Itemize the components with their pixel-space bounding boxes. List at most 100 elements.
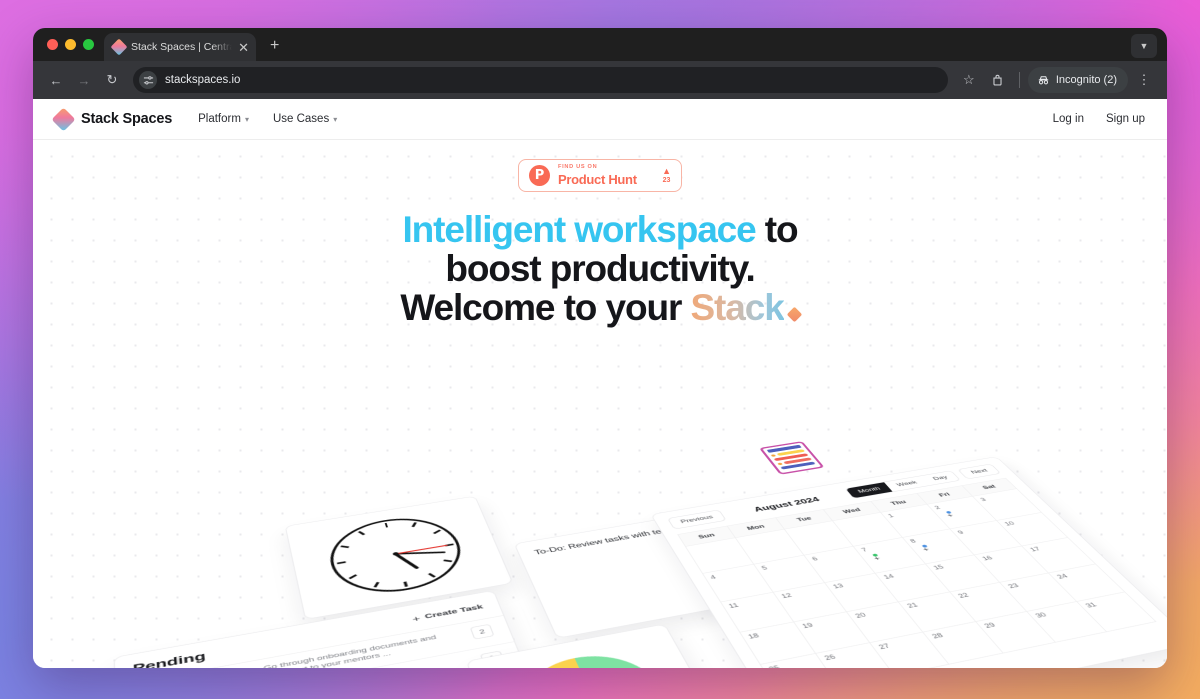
headline-line2: boost productivity.: [445, 248, 754, 289]
headline-diamond-icon: [786, 307, 802, 323]
calendar-card: Previous August 2024 Month Week Day Next…: [650, 456, 1167, 668]
calendar-day-cell[interactable]: 20: [846, 602, 922, 643]
incognito-profile-chip[interactable]: Incognito (2): [1028, 67, 1128, 93]
chevron-down-icon: ▾: [333, 115, 337, 124]
calendar-add-event-icon[interactable]: +: [873, 551, 912, 562]
diamond-gradient-icon: [51, 107, 75, 131]
clock-tick: [433, 530, 441, 534]
tab-favicon-icon: [111, 39, 128, 56]
calendar-day-cell[interactable]: 26: [815, 643, 894, 668]
auth-links: Log in Sign up: [1053, 113, 1145, 125]
back-button[interactable]: ←: [43, 67, 69, 93]
tab-strip: Stack Spaces | Central worksp ✕ + ▼: [33, 28, 1167, 61]
clock-tick: [348, 575, 356, 580]
tab-search-chevron-down-icon[interactable]: ▼: [1131, 34, 1157, 58]
clock-face: [322, 510, 472, 601]
nav-item-platform-label: Platform: [198, 113, 241, 125]
calendar-day-number: 26: [823, 646, 872, 661]
product-hunt-eyebrow: FIND US ON: [558, 165, 654, 171]
toolbar-divider: [1019, 72, 1020, 88]
dashboard-preview: Pending + Create Task Onboarding Go thro…: [33, 336, 1167, 668]
tab-day[interactable]: Day: [921, 471, 960, 485]
close-tab-icon[interactable]: ✕: [238, 41, 249, 54]
browser-toolbar: ← → ↻ stackspaces.io ☆ Incognito (2) ⋮: [33, 61, 1167, 99]
calendar-day-cell[interactable]: 19: [794, 612, 870, 654]
checklist-dot-icon: [770, 454, 776, 457]
headline-line1-rest: to: [756, 209, 798, 250]
calendar-day-cell[interactable]: 29: [975, 612, 1055, 654]
primary-nav: Platform ▾ Use Cases ▾: [198, 113, 337, 125]
signup-link[interactable]: Sign up: [1106, 113, 1145, 125]
url-text: stackspaces.io: [165, 74, 240, 86]
extensions-icon[interactable]: [985, 67, 1011, 93]
toolbar-actions: ☆ Incognito (2) ⋮: [956, 67, 1157, 93]
task-count-badge: 2: [470, 624, 495, 640]
calendar-title: August 2024: [727, 491, 845, 517]
clock-tick: [443, 560, 452, 562]
product-hunt-logo-icon: P: [529, 165, 550, 186]
calendar-day-number: 18: [747, 626, 795, 640]
hero-section: P FIND US ON Product Hunt ▲ 23 Intellige…: [33, 140, 1167, 668]
bookmark-star-icon[interactable]: ☆: [956, 67, 982, 93]
login-link[interactable]: Log in: [1053, 113, 1084, 125]
clock-hour-hand: [394, 553, 419, 569]
page-content: Stack Spaces Platform ▾ Use Cases ▾ Log …: [33, 99, 1167, 668]
calendar-add-event-icon[interactable]: +: [946, 508, 983, 518]
plus-icon: +: [411, 613, 421, 623]
calendar-day-number: 29: [983, 615, 1030, 629]
calendar-day-cell[interactable]: 28: [923, 622, 1003, 665]
forward-button[interactable]: →: [71, 67, 97, 93]
minimize-window-button[interactable]: [65, 39, 76, 50]
donut-chart: 59.0%: [509, 646, 683, 668]
new-tab-button[interactable]: +: [270, 38, 279, 54]
browser-window: Stack Spaces | Central worksp ✕ + ▼ ← → …: [33, 28, 1167, 668]
clock-tick: [337, 561, 346, 564]
calendar-day-number: 28: [930, 625, 977, 639]
incognito-label: Incognito (2): [1056, 74, 1117, 86]
clock-tick: [428, 573, 436, 578]
donut-center-label: 59.0%: [542, 666, 648, 668]
nav-item-use-cases-label: Use Cases: [273, 113, 329, 125]
checklist-dot-icon: [777, 462, 783, 465]
checklist-icon: [759, 441, 825, 475]
clock-tick: [340, 546, 349, 548]
create-task-label: Create Task: [424, 603, 484, 620]
calendar-day-number: 19: [801, 615, 848, 629]
page-title: Intelligent workspace to boost productiv…: [33, 210, 1167, 328]
clock-tick: [404, 582, 408, 587]
upvote-triangle-icon: ▲: [662, 167, 671, 176]
brand-name: Stack Spaces: [81, 111, 172, 127]
pending-title: Pending: [132, 650, 206, 668]
window-controls[interactable]: [43, 28, 104, 61]
browser-tab[interactable]: Stack Spaces | Central worksp ✕: [104, 33, 256, 61]
calendar-next-button[interactable]: Next: [958, 464, 1002, 480]
product-hunt-upvote[interactable]: ▲ 23: [662, 167, 671, 184]
brand-logo[interactable]: Stack Spaces: [55, 111, 172, 128]
browser-menu-button[interactable]: ⋮: [1131, 67, 1157, 93]
reload-button[interactable]: ↻: [99, 67, 125, 93]
close-window-button[interactable]: [47, 39, 58, 50]
product-hunt-title: Product Hunt: [558, 173, 654, 186]
product-hunt-badge[interactable]: P FIND US ON Product Hunt ▲ 23: [518, 159, 682, 192]
site-settings-tune-icon[interactable]: [139, 71, 157, 89]
dashboard-board: Pending + Create Task Onboarding Go thro…: [66, 409, 1167, 668]
site-navbar: Stack Spaces Platform ▾ Use Cases ▾ Log …: [33, 99, 1167, 140]
calendar-day-number: 27: [877, 636, 925, 651]
calendar-day-cell[interactable]: 18: [740, 622, 816, 665]
donut-ring: [509, 646, 683, 668]
calendar-add-event-icon[interactable]: +: [922, 542, 961, 553]
headline-accent-1: Intelligent workspace: [402, 209, 755, 250]
headline-line3-prefix: Welcome to your: [400, 287, 690, 328]
calendar-day-number: 25: [767, 657, 816, 668]
chevron-down-icon: ▾: [245, 115, 249, 124]
calendar-day-cell[interactable]: 27: [870, 632, 949, 668]
upvote-count: 23: [662, 177, 671, 184]
nav-item-use-cases[interactable]: Use Cases ▾: [273, 113, 337, 125]
address-bar[interactable]: stackspaces.io: [133, 67, 948, 93]
maximize-window-button[interactable]: [83, 39, 94, 50]
nav-item-platform[interactable]: Platform ▾: [198, 113, 249, 125]
calendar-day-cell[interactable]: 25: [760, 654, 839, 668]
clock-tick: [384, 523, 388, 528]
tab-title: Stack Spaces | Central worksp: [131, 41, 232, 53]
clock-tick: [358, 531, 365, 535]
